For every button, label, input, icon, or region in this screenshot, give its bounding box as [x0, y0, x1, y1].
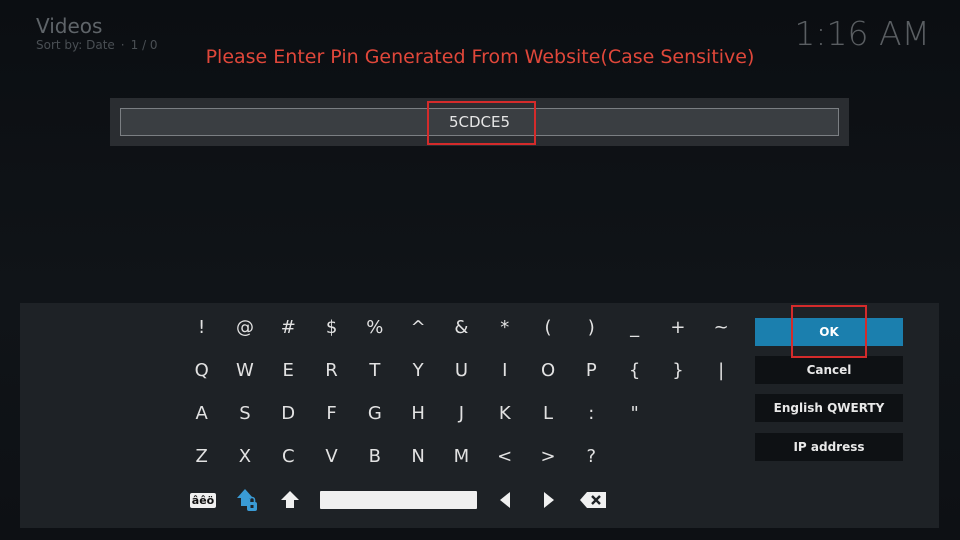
- key[interactable]: S: [223, 392, 266, 435]
- key[interactable]: (: [526, 306, 569, 349]
- key[interactable]: ": [613, 392, 656, 435]
- backspace-icon: [580, 492, 606, 508]
- key[interactable]: |: [700, 349, 743, 392]
- key-row-2: A S D F G H J K L: ": [180, 392, 656, 435]
- key[interactable]: L: [526, 392, 569, 435]
- arrow-left-icon: [500, 492, 510, 508]
- key[interactable]: V: [310, 435, 353, 478]
- cursor-left-key[interactable]: [492, 486, 518, 514]
- key[interactable]: G: [353, 392, 396, 435]
- key[interactable]: $: [310, 306, 353, 349]
- shift-key[interactable]: [275, 485, 305, 515]
- cancel-button[interactable]: Cancel: [755, 356, 903, 384]
- key[interactable]: %: [353, 306, 396, 349]
- cursor-right-key[interactable]: [536, 486, 562, 514]
- key[interactable]: #: [267, 306, 310, 349]
- key[interactable]: P: [570, 349, 613, 392]
- key[interactable]: ): [570, 306, 613, 349]
- key[interactable]: {: [613, 349, 656, 392]
- space-bar[interactable]: [320, 491, 477, 509]
- key[interactable]: *: [483, 306, 526, 349]
- key[interactable]: ?: [570, 435, 613, 478]
- shift-lock-icon: [237, 489, 257, 511]
- pin-highlight-box: [427, 101, 536, 145]
- key[interactable]: E: [267, 349, 310, 392]
- key[interactable]: O: [526, 349, 569, 392]
- key[interactable]: B: [353, 435, 396, 478]
- key[interactable]: <: [483, 435, 526, 478]
- backspace-key[interactable]: [576, 486, 610, 514]
- key[interactable]: T: [353, 349, 396, 392]
- key[interactable]: }: [656, 349, 699, 392]
- key[interactable]: M: [440, 435, 483, 478]
- arrow-right-icon: [544, 492, 554, 508]
- key[interactable]: ^: [396, 306, 439, 349]
- symbols-key[interactable]: âêö: [188, 486, 218, 514]
- key[interactable]: U: [440, 349, 483, 392]
- key[interactable]: @: [223, 306, 266, 349]
- keyboard-layout-button[interactable]: English QWERTY: [755, 394, 903, 422]
- shift-lock-key[interactable]: [232, 484, 262, 516]
- key[interactable]: ~: [700, 306, 743, 349]
- key[interactable]: Q: [180, 349, 223, 392]
- key[interactable]: Z: [180, 435, 223, 478]
- dialog-heading: Please Enter Pin Generated From Website(…: [205, 46, 755, 68]
- key[interactable]: C: [267, 435, 310, 478]
- key[interactable]: >: [526, 435, 569, 478]
- ip-address-button[interactable]: IP address: [755, 433, 903, 461]
- key[interactable]: Y: [396, 349, 439, 392]
- key[interactable]: I: [483, 349, 526, 392]
- key-row-3: Z X C V B N M < >?: [180, 435, 613, 478]
- key[interactable]: H: [396, 392, 439, 435]
- key[interactable]: X: [223, 435, 266, 478]
- key-row-symbols: ! @ # $% ^ & *() _ + ~: [180, 306, 743, 349]
- key[interactable]: !: [180, 306, 223, 349]
- window-title: Videos: [36, 14, 103, 38]
- key[interactable]: N: [396, 435, 439, 478]
- key[interactable]: W: [223, 349, 266, 392]
- key[interactable]: :: [570, 392, 613, 435]
- key[interactable]: +: [656, 306, 699, 349]
- key[interactable]: R: [310, 349, 353, 392]
- key[interactable]: &: [440, 306, 483, 349]
- symbols-key-label: âêö: [189, 492, 217, 508]
- key[interactable]: K: [483, 392, 526, 435]
- key[interactable]: F: [310, 392, 353, 435]
- key-row-1: Q W E R T Y U I O P{} |: [180, 349, 743, 392]
- key[interactable]: _: [613, 306, 656, 349]
- ok-highlight-box: [791, 305, 867, 358]
- key[interactable]: A: [180, 392, 223, 435]
- shift-icon: [281, 491, 299, 508]
- key[interactable]: D: [267, 392, 310, 435]
- key[interactable]: J: [440, 392, 483, 435]
